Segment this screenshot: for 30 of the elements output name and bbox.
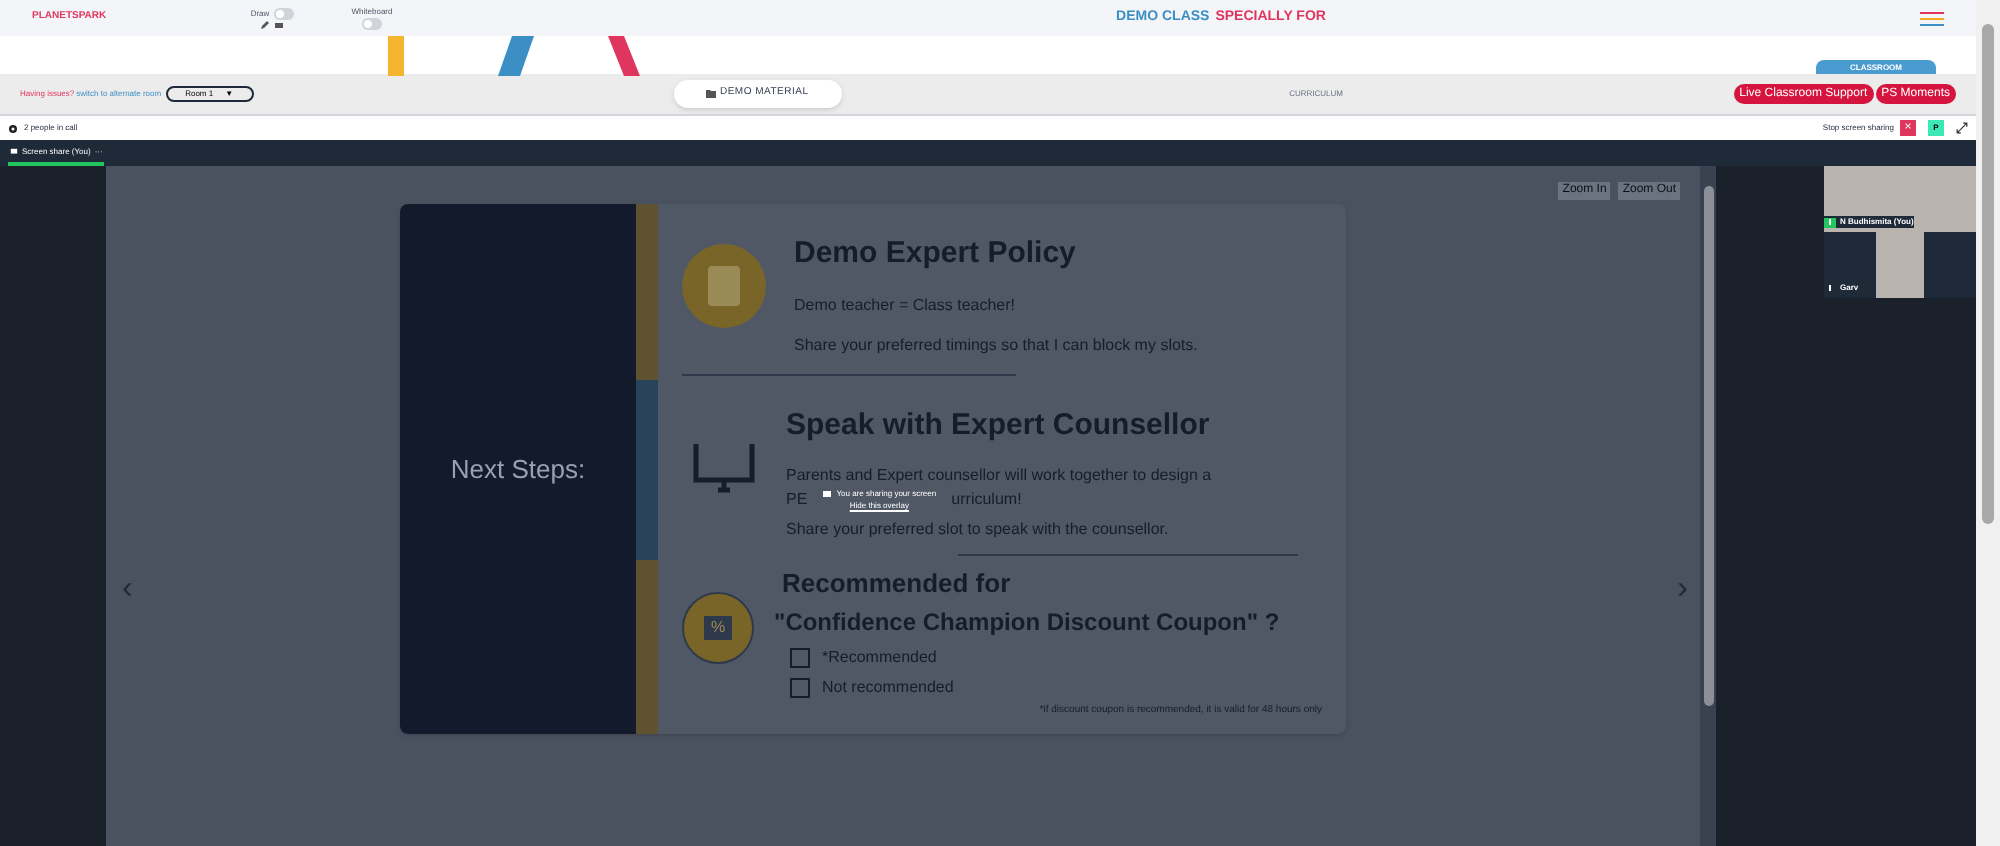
checklist-icon xyxy=(682,244,766,328)
section-text: Demo teacher = Class teacher! xyxy=(794,293,1017,317)
scrollbar[interactable] xyxy=(1700,166,1716,846)
section-text: Share your preferred slot to speak with the counsellor. xyxy=(786,518,1171,542)
section-text: Parents and Expert counsellor will work together to design a xyxy=(786,464,1212,488)
pencil-icon[interactable] xyxy=(260,19,270,29)
section-heading: Demo Expert Policy xyxy=(794,234,1078,274)
toggle-switch[interactable] xyxy=(273,7,294,19)
expand-icon[interactable] xyxy=(1956,122,1968,134)
screen-icon xyxy=(822,489,833,499)
section-heading: Speak with Expert Counsellor xyxy=(786,405,1212,445)
microphone-icon xyxy=(1824,283,1836,293)
microphone-icon xyxy=(1824,217,1836,227)
section-heading: "Confidence Champion Discount Coupon" ? xyxy=(774,605,1280,639)
folder-icon xyxy=(705,90,716,98)
section-text: urriculum! xyxy=(951,488,1022,512)
section-heading: Recommended for xyxy=(782,566,1013,602)
screen-icon xyxy=(10,147,18,155)
coupon-icon-text: % xyxy=(704,616,732,640)
option-label: *Recommended xyxy=(822,645,937,669)
menu-icon[interactable] xyxy=(1920,11,1944,25)
checkbox[interactable] xyxy=(790,647,810,667)
eraser-icon[interactable] xyxy=(274,19,284,29)
sidebar-title: Next Steps: xyxy=(450,451,586,488)
option-label: Not recommended xyxy=(822,675,954,699)
gear-icon xyxy=(8,123,18,133)
checkbox[interactable] xyxy=(790,677,810,697)
section-text: PE xyxy=(786,488,808,512)
page-scrollbar[interactable] xyxy=(1976,0,2000,846)
toggle-switch[interactable] xyxy=(362,18,382,30)
